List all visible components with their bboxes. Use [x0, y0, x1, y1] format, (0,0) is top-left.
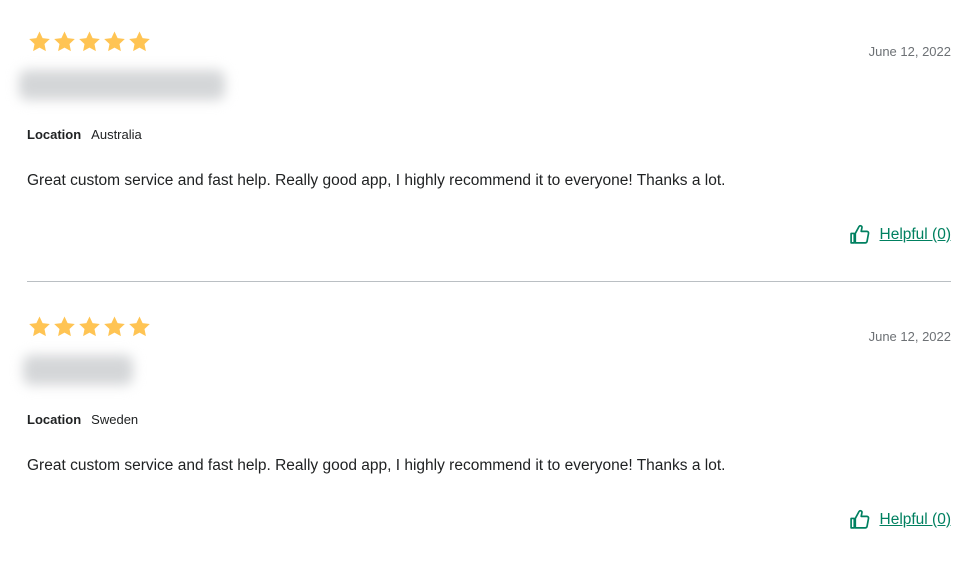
location-row: Location Australia [27, 127, 142, 142]
reviewer-name-redacted [23, 355, 133, 385]
review-divider [27, 281, 951, 282]
review-card: June 12, 2022 Location Australia Great c… [19, 28, 952, 268]
star-icon [77, 30, 102, 54]
star-icon [52, 30, 77, 54]
star-rating [27, 315, 152, 339]
star-icon [27, 315, 52, 339]
location-label: Location [27, 127, 82, 142]
helpful-button[interactable]: Helpful (0) [849, 509, 952, 530]
location-value: Sweden [91, 412, 139, 427]
location-row: Location Sweden [27, 412, 138, 427]
location-label: Location [27, 412, 82, 427]
review-date: June 12, 2022 [868, 44, 951, 59]
star-rating [27, 30, 152, 54]
helpful-label[interactable]: Helpful (0) [880, 511, 952, 529]
review-body: Great custom service and fast help. Real… [27, 172, 726, 189]
star-icon [102, 315, 127, 339]
review-body: Great custom service and fast help. Real… [27, 457, 726, 474]
star-icon [77, 315, 102, 339]
reviewer-name-redacted [19, 70, 225, 100]
helpful-button[interactable]: Helpful (0) [849, 224, 952, 245]
star-icon [27, 30, 52, 54]
review-card: June 12, 2022 Location Sweden Great cust… [23, 313, 952, 553]
star-icon [52, 315, 77, 339]
location-value: Australia [91, 127, 142, 142]
star-icon [102, 30, 127, 54]
thumbs-up-icon [849, 509, 869, 529]
star-icon [127, 30, 152, 54]
helpful-label[interactable]: Helpful (0) [880, 226, 952, 244]
review-date: June 12, 2022 [868, 329, 951, 344]
star-icon [127, 315, 152, 339]
thumbs-up-icon [849, 224, 869, 244]
